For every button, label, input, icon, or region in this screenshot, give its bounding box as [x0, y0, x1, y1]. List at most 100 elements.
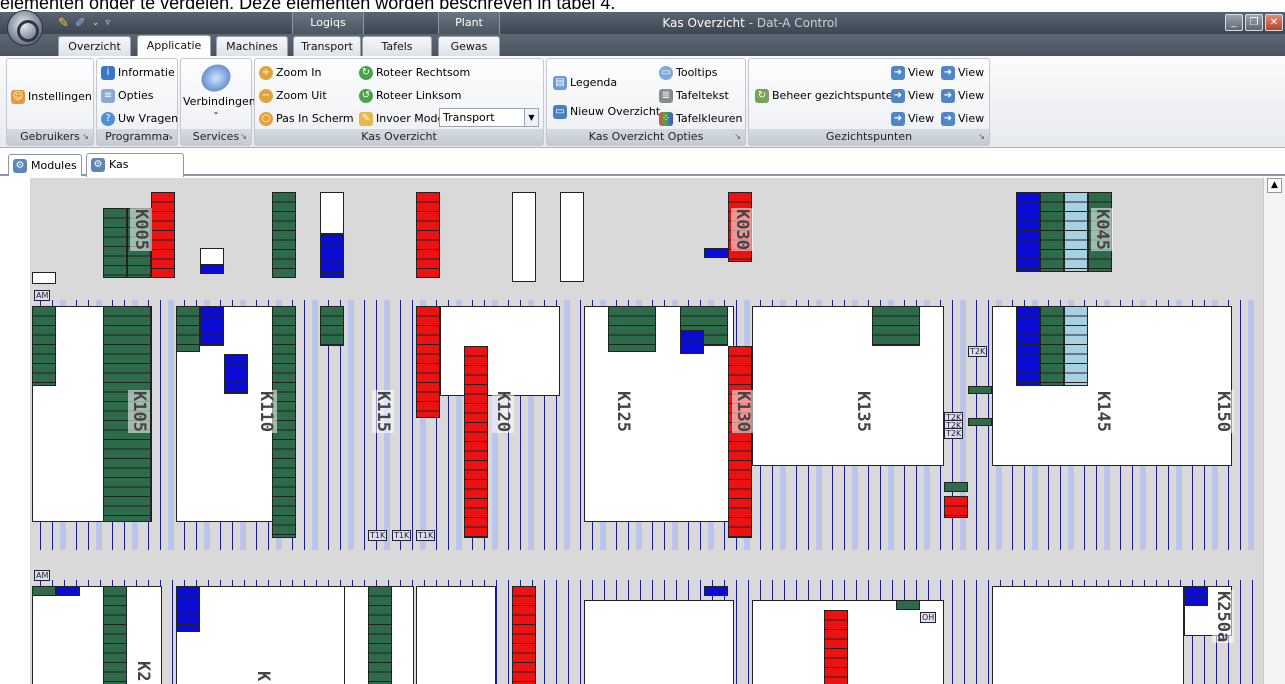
nieuw-overzicht-button[interactable]: ▭ Nieuw Overzicht: [553, 102, 660, 121]
roteer-linksom-button[interactable]: ↺ Roteer Linksom: [359, 86, 461, 105]
view-button-6[interactable]: ➜ View: [941, 109, 984, 128]
view-button-5[interactable]: ➜ View: [891, 109, 934, 128]
rail-line: [412, 300, 413, 550]
table-column: [320, 234, 344, 278]
dialog-launcher-icon[interactable]: ↘: [166, 129, 173, 145]
nieuw-overzicht-label: Nieuw Overzicht: [570, 105, 661, 118]
table-column: [320, 192, 344, 234]
instellingen-button[interactable]: ☺ Instellingen: [11, 87, 92, 106]
context-tab-plant[interactable]: Plant: [438, 12, 500, 34]
tab-applicatie[interactable]: Applicatie: [137, 35, 211, 57]
table-column: [103, 586, 127, 684]
zoom-in-label: Zoom In: [276, 66, 322, 79]
compartment-label: K045: [1091, 208, 1113, 251]
table-column: [103, 208, 127, 278]
context-tab-logiqs[interactable]: Logiqs: [292, 12, 364, 34]
tafelkleuren-label: Tafelkleuren: [676, 112, 743, 125]
location-tag: T1K: [392, 530, 412, 541]
view-icon: ➜: [941, 88, 955, 103]
manage-views-icon: ↻: [755, 88, 769, 103]
zoom-uit-button[interactable]: − Zoom Uit: [259, 86, 327, 105]
table-column: [32, 586, 56, 596]
rail-line: [1252, 580, 1253, 684]
dialog-launcher-icon[interactable]: ↘: [240, 129, 247, 145]
table-column: [968, 418, 992, 426]
dialog-launcher-icon[interactable]: ↘: [978, 129, 985, 145]
zoom-fit-icon: ○: [259, 111, 273, 126]
view-button-2[interactable]: ➜ View: [941, 63, 984, 82]
chevron-down-icon: ⌄: [212, 107, 220, 116]
table-column: [200, 306, 224, 346]
location-tag: AM: [34, 290, 51, 301]
user-icon: ☺: [11, 89, 25, 104]
opties-button[interactable]: ≡ Opties: [101, 86, 154, 105]
broom-icon[interactable]: ✎: [58, 16, 69, 31]
connection-icon: [196, 59, 236, 97]
invoer-mode-select[interactable]: Transport ▼: [439, 108, 539, 127]
zoom-in-button[interactable]: + Zoom In: [259, 63, 321, 82]
application-menu-button[interactable]: [7, 10, 43, 46]
tooltips-button[interactable]: ▭ Tooltips: [659, 63, 717, 82]
rail-line: [400, 300, 401, 550]
invoer-mode-value: Transport: [443, 111, 495, 124]
table-column: [200, 264, 224, 274]
table-column: [968, 386, 992, 394]
view-button-3[interactable]: ➜ View: [891, 86, 934, 105]
table-column: [464, 346, 488, 538]
close-button[interactable]: ✕: [1265, 14, 1283, 31]
pas-in-scherm-button[interactable]: ○ Pas In Scherm: [259, 109, 354, 128]
legend-icon: ▤: [553, 75, 567, 90]
module-icon: ⚙: [91, 158, 105, 172]
tab-overzicht[interactable]: Overzicht: [58, 36, 131, 56]
beheer-gezichtspunten-button[interactable]: ↻ Beheer gezichtspunten: [755, 86, 899, 105]
info-icon: i: [101, 65, 115, 80]
view-button-4[interactable]: ➜ View: [941, 86, 984, 105]
legenda-label: Legenda: [570, 76, 618, 89]
table-column: [680, 330, 704, 354]
roteer-rechtsom-button[interactable]: ↻ Roteer Rechtsom: [359, 63, 470, 82]
view-label-6: View: [958, 112, 985, 125]
restore-button[interactable]: ❐: [1245, 14, 1263, 31]
compartment-label: K030: [731, 208, 753, 251]
opties-label: Opties: [118, 89, 154, 102]
minimize-button[interactable]: _: [1225, 14, 1243, 31]
chevron-down-icon[interactable]: ▼: [524, 109, 538, 126]
tab-gewas[interactable]: Gewas: [438, 36, 500, 56]
group-label-services: Services ↘: [181, 129, 251, 145]
table-column: [1064, 192, 1088, 272]
table-column: [1016, 306, 1040, 386]
compartment-label: K125: [612, 390, 634, 433]
rail-band: [168, 300, 174, 550]
greenhouse-canvas[interactable]: K005 K030 K045 K105 K110 K115 K120 K125 K130 K135…: [30, 178, 1263, 684]
view-icon: ➜: [941, 65, 955, 80]
table-column: [1040, 192, 1064, 272]
tafeltekst-button[interactable]: ≣ Tafeltekst: [659, 86, 729, 105]
doc-tab-modules-label: Modules: [31, 159, 77, 172]
compartment-label: K150: [1212, 390, 1234, 433]
scroll-up-arrow-icon[interactable]: ▲: [1267, 178, 1282, 193]
text-icon: ≣: [659, 88, 673, 103]
informatie-button[interactable]: i Informatie: [101, 63, 175, 82]
verbindingen-button[interactable]: Verbindingen ⌄: [183, 59, 256, 127]
dialog-launcher-icon[interactable]: ↘: [734, 129, 741, 145]
table-column: [176, 586, 200, 632]
legenda-button[interactable]: ▤ Legenda: [553, 73, 617, 92]
compartment-label: K130: [732, 390, 754, 433]
brush-icon[interactable]: ✐: [75, 16, 86, 31]
dialog-launcher-icon[interactable]: ↘: [82, 129, 89, 145]
vertical-scrollbar[interactable]: ▲: [1263, 178, 1285, 684]
tab-tafels[interactable]: Tafels: [362, 36, 432, 56]
doc-tab-kas-overzicht[interactable]: ⚙ Kas Overzicht: [86, 153, 184, 192]
chevron-down-icon[interactable]: ⌄: [92, 18, 100, 28]
tab-machines[interactable]: Machines: [216, 36, 288, 56]
tafelkleuren-button[interactable]: ⁘ Tafelkleuren: [659, 109, 743, 128]
table-column: [151, 192, 175, 278]
doc-tab-modules[interactable]: ⚙ Modules: [8, 154, 82, 176]
group-programma: i Informatie ≡ Opties ? Uw Vragen Progra…: [96, 58, 178, 146]
uw-vragen-button[interactable]: ? Uw Vragen: [101, 109, 178, 128]
roteer-rechtsom-label: Roteer Rechtsom: [376, 66, 471, 79]
customize-qat-icon[interactable]: ▿: [105, 18, 110, 28]
tab-transport[interactable]: Transport: [293, 36, 361, 56]
canvas-left-margin: [0, 178, 30, 684]
view-button-1[interactable]: ➜ View: [891, 63, 934, 82]
